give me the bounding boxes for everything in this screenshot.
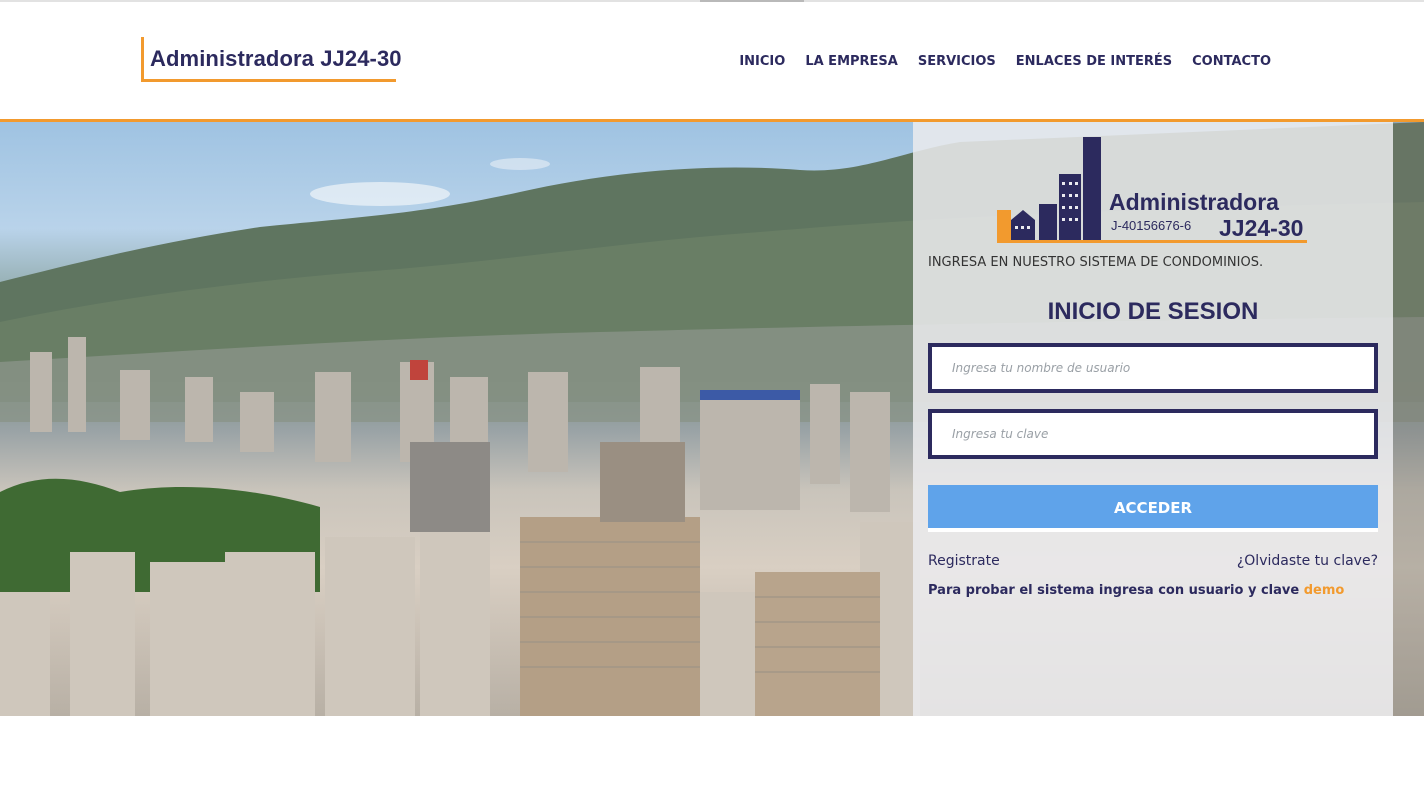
- button-underline: [928, 528, 1378, 532]
- demo-hint: Para probar el sistema ingresa con usuar…: [928, 583, 1344, 598]
- demo-word: demo: [1303, 583, 1345, 598]
- main-nav: INICIO LA EMPRESA SERVICIOS ENLACES DE I…: [739, 54, 1271, 69]
- logo-rif: J-40156676-6: [1111, 218, 1191, 233]
- password-input[interactable]: [928, 409, 1378, 459]
- nav-enlaces[interactable]: ENLACES DE INTERÉS: [1016, 54, 1172, 69]
- site-brand[interactable]: Administradora JJ24-30: [141, 37, 402, 82]
- login-submit-button[interactable]: ACCEDER: [928, 485, 1378, 530]
- username-input[interactable]: [928, 343, 1378, 393]
- login-title: INICIO DE SESION: [1047, 298, 1259, 325]
- site-header: Administradora JJ24-30 INICIO LA EMPRESA…: [0, 2, 1424, 120]
- nav-la-empresa[interactable]: LA EMPRESA: [805, 54, 898, 69]
- company-logo: Administradora J-40156676-6 JJ24-30: [997, 137, 1307, 243]
- login-tagline: INGRESA EN NUESTRO SISTEMA DE CONDOMINIO…: [928, 255, 1264, 270]
- register-link[interactable]: Registrate: [928, 553, 1000, 569]
- nav-servicios[interactable]: SERVICIOS: [918, 54, 996, 69]
- logo-code: JJ24-30: [1219, 215, 1303, 241]
- login-panel: Administradora J-40156676-6 JJ24-30 INGR…: [913, 122, 1393, 716]
- brand-text: Administradora JJ24-30: [150, 46, 402, 71]
- nav-inicio[interactable]: INICIO: [739, 54, 785, 69]
- nav-contacto[interactable]: CONTACTO: [1192, 54, 1271, 69]
- logo-name: Administradora: [1109, 189, 1279, 215]
- demo-hint-text: Para probar el sistema ingresa con usuar…: [928, 583, 1300, 598]
- hero-right-edge: [1393, 122, 1424, 716]
- forgot-password-link[interactable]: ¿Olvidaste tu clave?: [1237, 553, 1378, 569]
